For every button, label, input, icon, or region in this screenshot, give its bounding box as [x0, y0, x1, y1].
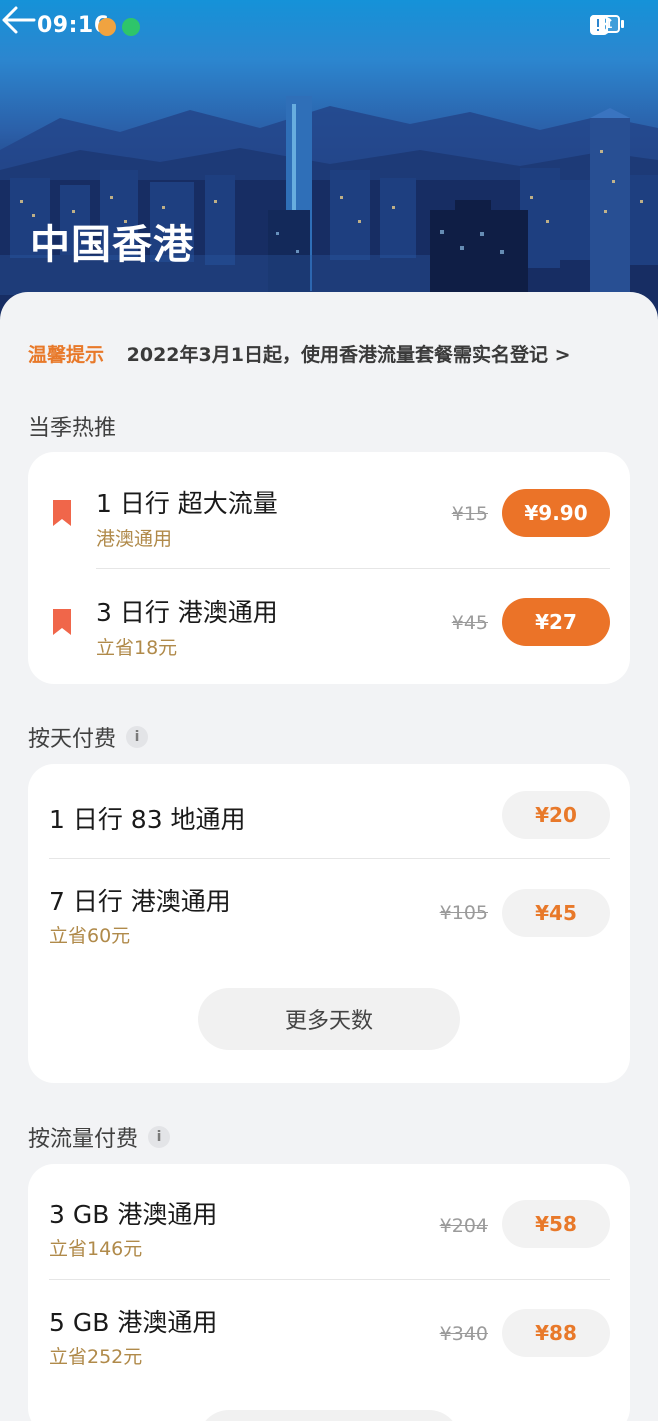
section-title-hot-label: 当季热推: [28, 416, 117, 441]
plan-sub: 立省146元: [49, 1238, 143, 1260]
notice-tag: 温馨提示: [28, 344, 105, 366]
plan-sub: 港澳通用: [96, 528, 173, 550]
list-item[interactable]: 3 日行 港澳通用 立省18元 ¥45 ¥27: [28, 568, 630, 684]
list-item[interactable]: 3 GB 港澳通用 立省146元 ¥204 ¥58: [28, 1164, 630, 1279]
more-button-partial[interactable]: [198, 1410, 460, 1421]
section-title-traffic: 按流量付费 i: [28, 1121, 171, 1153]
plan-name: 3 GB 港澳通用: [49, 1200, 218, 1229]
buy-price-button[interactable]: ¥45: [502, 889, 610, 937]
plan-name: 3 日行 港澳通用: [96, 598, 278, 627]
bookmark-icon: [53, 500, 71, 526]
status-bar: 09:16 81: [0, 0, 658, 56]
buy-price-button[interactable]: ¥88: [502, 1309, 610, 1357]
plan-sub: 立省18元: [96, 637, 178, 659]
plan-name: 1 日行 83 地通用: [49, 805, 246, 834]
original-price: ¥105: [439, 902, 488, 924]
plan-sub: 立省252元: [49, 1346, 143, 1368]
hero-banner: 09:16 81 中国香港: [0, 0, 658, 330]
plan-name: 5 GB 港澳通用: [49, 1308, 218, 1337]
more-days-button[interactable]: 更多天数: [198, 988, 460, 1050]
list-item[interactable]: 7 日行 港澳通用 立省60元 ¥105 ¥45: [28, 858, 630, 962]
list-item[interactable]: 5 GB 港澳通用 立省252元 ¥340 ¥88: [28, 1279, 630, 1394]
buy-price-button[interactable]: ¥58: [502, 1200, 610, 1248]
buy-price-button[interactable]: ¥9.90: [502, 489, 610, 537]
section-title-traffic-label: 按流量付费: [28, 1127, 139, 1152]
message-app-icon: [122, 18, 140, 36]
original-price: ¥45: [451, 612, 488, 634]
plan-name: 1 日行 超大流量: [96, 489, 278, 518]
list-item[interactable]: 1 日行 超大流量 港澳通用 ¥15 ¥9.90: [28, 452, 630, 568]
daily-card: 1 日行 83 地通用 ¥20 7 日行 港澳通用 立省60元 ¥105 ¥45…: [28, 764, 630, 1083]
hot-card: 1 日行 超大流量 港澳通用 ¥15 ¥9.90 3 日行 港澳通用 立省18元…: [28, 452, 630, 684]
notice-banner[interactable]: 温馨提示 2022年3月1日起，使用香港流量套餐需实名登记 >: [28, 340, 571, 367]
plan-sub: 立省60元: [49, 925, 131, 947]
alert-icon: [591, 16, 605, 34]
page-title: 中国香港: [30, 222, 194, 268]
info-icon[interactable]: i: [148, 1126, 171, 1148]
original-price: ¥340: [439, 1323, 488, 1345]
info-icon[interactable]: i: [126, 726, 149, 748]
original-price: ¥15: [451, 503, 488, 525]
notification-app-icon: [98, 18, 116, 36]
original-price: ¥204: [439, 1215, 488, 1237]
notice-message: 2022年3月1日起，使用香港流量套餐需实名登记 >: [126, 344, 571, 366]
traffic-card: 3 GB 港澳通用 立省146元 ¥204 ¥58 5 GB 港澳通用 立省25…: [28, 1164, 630, 1421]
buy-price-button[interactable]: ¥27: [502, 598, 610, 646]
section-title-daily-label: 按天付费: [28, 727, 117, 752]
bookmark-icon: [53, 609, 71, 635]
section-title-daily: 按天付费 i: [28, 721, 149, 753]
list-item[interactable]: 1 日行 83 地通用 ¥20: [28, 764, 630, 858]
plan-name: 7 日行 港澳通用: [49, 887, 231, 916]
section-title-hot: 当季热推: [28, 410, 116, 442]
back-arrow-icon[interactable]: [0, 0, 40, 40]
buy-price-button[interactable]: ¥20: [502, 791, 610, 839]
status-icons: 81: [590, 15, 624, 35]
